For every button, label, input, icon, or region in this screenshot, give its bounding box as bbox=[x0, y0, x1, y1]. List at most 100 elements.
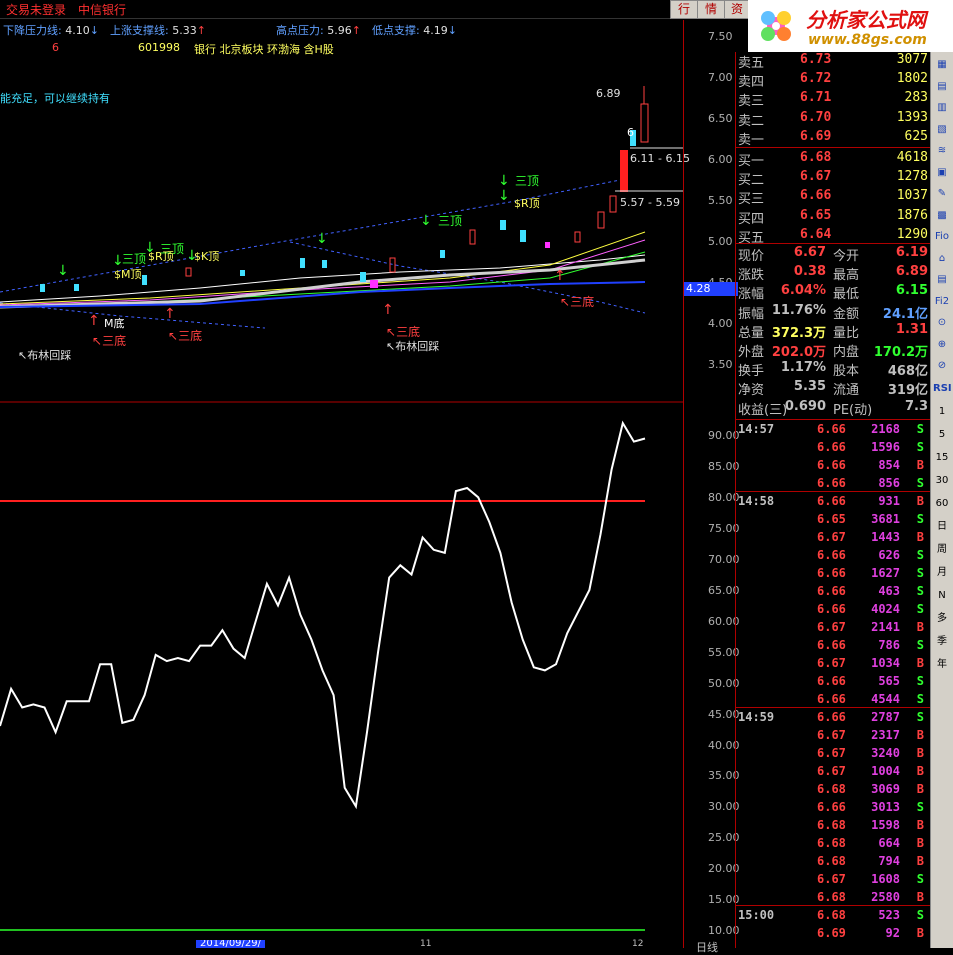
toolbar-icon[interactable]: Fio bbox=[933, 228, 951, 246]
tick-group-divider bbox=[735, 491, 930, 492]
order-book-row[interactable]: 买三 6.66 1037 bbox=[737, 188, 930, 207]
toolbar-icon[interactable]: Fi2 bbox=[933, 293, 951, 311]
toolbar-icon[interactable]: ▥ bbox=[933, 99, 951, 117]
tick-direction: S bbox=[916, 872, 924, 886]
toolbar-period-button[interactable]: 多 bbox=[933, 610, 951, 628]
tick-row[interactable]: 6.66 626 S bbox=[737, 548, 930, 566]
tick-direction: B bbox=[916, 746, 924, 760]
tick-row[interactable]: 6.68 3069 B bbox=[737, 782, 930, 800]
toolbar-period-button[interactable]: 30 bbox=[933, 472, 951, 490]
order-book-row[interactable]: 买一 6.68 4618 bbox=[737, 150, 930, 169]
stat-label: 最低 bbox=[833, 287, 860, 303]
tick-row[interactable]: 6.66 786 S bbox=[737, 638, 930, 656]
toolbar-icon[interactable]: ⊘ bbox=[933, 357, 951, 375]
kline-chart[interactable]: ↓ ↓ ↓ ↓ ↓ ↓ ↓ ↓ ↑ ↑ ↑ ↑ bbox=[0, 20, 683, 948]
toolbar-period-button[interactable]: 5 bbox=[933, 426, 951, 444]
order-book-row[interactable]: 卖一 6.69 625 bbox=[737, 129, 930, 148]
tick-direction: B bbox=[916, 656, 924, 670]
tick-row[interactable]: 6.66 463 S bbox=[737, 584, 930, 602]
toolbar-icon[interactable]: ✎ bbox=[933, 185, 951, 203]
data-button[interactable]: 资 bbox=[724, 0, 750, 19]
svg-text:↓: ↓ bbox=[498, 188, 510, 204]
toolbar-period-button[interactable]: 日 bbox=[933, 518, 951, 536]
tick-row[interactable]: 6.67 3240 B bbox=[737, 746, 930, 764]
toolbar-period-button[interactable]: 季 bbox=[933, 633, 951, 651]
tick-row[interactable]: 6.67 1608 S bbox=[737, 872, 930, 890]
toolbar-icon[interactable]: ▦ bbox=[933, 56, 951, 74]
tick-row[interactable]: 6.65 3681 S bbox=[737, 512, 930, 530]
tick-row[interactable]: 6.69 92 B bbox=[737, 926, 930, 944]
tick-direction: B bbox=[916, 458, 924, 472]
order-book-row[interactable]: 买四 6.65 1876 bbox=[737, 208, 930, 227]
tick-volume: 2580 bbox=[871, 890, 900, 904]
stat-label: 股本 bbox=[833, 364, 860, 380]
svg-text:↓: ↓ bbox=[420, 213, 432, 229]
annot-range-2: 5.57 - 5.59 bbox=[620, 196, 680, 209]
toolbar-icon[interactable]: ⊙ bbox=[933, 314, 951, 332]
annot-r-top: $R顶 bbox=[148, 250, 174, 263]
toolbar-icon[interactable]: ▩ bbox=[933, 207, 951, 225]
order-book-row[interactable]: 卖二 6.70 1393 bbox=[737, 110, 930, 129]
tick-row[interactable]: 14:59 6.66 2787 S bbox=[737, 710, 930, 728]
info-button[interactable]: 情 bbox=[697, 0, 725, 19]
stat-label: 流通 bbox=[833, 383, 860, 399]
stat-label: 现价 bbox=[738, 249, 765, 264]
tick-row[interactable]: 6.68 1598 B bbox=[737, 818, 930, 836]
toolbar-period-button[interactable]: 年 bbox=[933, 656, 951, 674]
tick-row[interactable]: 15:00 6.68 523 S bbox=[737, 908, 930, 926]
tick-row[interactable]: 6.68 664 B bbox=[737, 836, 930, 854]
annot-sandi-4: ↖三底 bbox=[560, 295, 595, 309]
stat-row: 换手 1.17% 股本 468亿 bbox=[737, 360, 930, 379]
toolbar-icon[interactable]: ⌂ bbox=[933, 250, 951, 268]
stats-divider bbox=[735, 243, 930, 244]
tick-row[interactable]: 6.67 2141 B bbox=[737, 620, 930, 638]
tick-price: 6.66 bbox=[817, 638, 846, 652]
toolbar-icon[interactable]: ⊕ bbox=[933, 336, 951, 354]
order-book-row[interactable]: 卖三 6.71 283 bbox=[737, 90, 930, 109]
tick-row[interactable]: 6.66 565 S bbox=[737, 674, 930, 692]
tick-volume: 856 bbox=[878, 476, 900, 490]
tick-row[interactable]: 6.67 1004 B bbox=[737, 764, 930, 782]
tick-volume: 3681 bbox=[871, 512, 900, 526]
toolbar-icon[interactable]: ▤ bbox=[933, 78, 951, 96]
toolbar-period-button[interactable]: 月 bbox=[933, 564, 951, 582]
tick-row[interactable]: 6.66 4024 S bbox=[737, 602, 930, 620]
date-bar: 2014/09/29/ 11 12 bbox=[0, 939, 683, 949]
tick-row[interactable]: 6.66 1596 S bbox=[737, 440, 930, 458]
toolbar-period-button[interactable]: RSI bbox=[933, 380, 952, 398]
toolbar-period-button[interactable]: 周 bbox=[933, 541, 951, 559]
tick-row[interactable]: 6.66 854 B bbox=[737, 458, 930, 476]
tick-direction: B bbox=[916, 494, 924, 508]
annot-m-top: $M顶 bbox=[114, 268, 142, 281]
toolbar-period-button[interactable]: N bbox=[933, 587, 951, 605]
period-label[interactable]: 日线 bbox=[696, 939, 718, 955]
tick-row[interactable]: 14:58 6.66 931 B bbox=[737, 494, 930, 512]
toolbar-icon[interactable]: ▤ bbox=[933, 271, 951, 289]
tick-row[interactable]: 14:57 6.66 2168 S bbox=[737, 422, 930, 440]
login-status[interactable]: 交易未登录 bbox=[6, 1, 66, 18]
tick-row[interactable]: 6.68 794 B bbox=[737, 854, 930, 872]
book-label: 买三 bbox=[738, 192, 765, 208]
toolbar-period-button[interactable]: 1 bbox=[933, 403, 951, 421]
tick-row[interactable]: 6.66 1627 S bbox=[737, 566, 930, 584]
toolbar-icon[interactable]: ▧ bbox=[933, 121, 951, 139]
tick-row[interactable]: 6.67 2317 B bbox=[737, 728, 930, 746]
toolbar-period-button[interactable]: 15 bbox=[933, 449, 951, 467]
tick-row[interactable]: 6.67 1034 B bbox=[737, 656, 930, 674]
tick-row[interactable]: 6.66 3013 S bbox=[737, 800, 930, 818]
stat-label: 总量 bbox=[738, 325, 765, 341]
tick-volume: 3240 bbox=[871, 746, 900, 760]
tick-row[interactable]: 6.67 1443 B bbox=[737, 530, 930, 548]
tick-volume: 92 bbox=[885, 926, 900, 940]
quote-button[interactable]: 行 bbox=[670, 0, 698, 19]
stat-label: 外盘 bbox=[738, 345, 765, 360]
toolbar-period-button[interactable]: 60 bbox=[933, 495, 951, 513]
book-price: 6.69 bbox=[800, 128, 832, 144]
stat-row: 涨跌 0.38 最高 6.89 bbox=[737, 264, 930, 283]
order-book-row[interactable]: 卖四 6.72 1802 bbox=[737, 71, 930, 90]
toolbar-icon[interactable]: ▣ bbox=[933, 164, 951, 182]
order-book-row[interactable]: 卖五 6.73 3077 bbox=[737, 52, 930, 71]
order-book-row[interactable]: 买二 6.67 1278 bbox=[737, 169, 930, 188]
tick-volume: 463 bbox=[878, 584, 900, 598]
toolbar-icon[interactable]: ≋ bbox=[933, 142, 951, 160]
